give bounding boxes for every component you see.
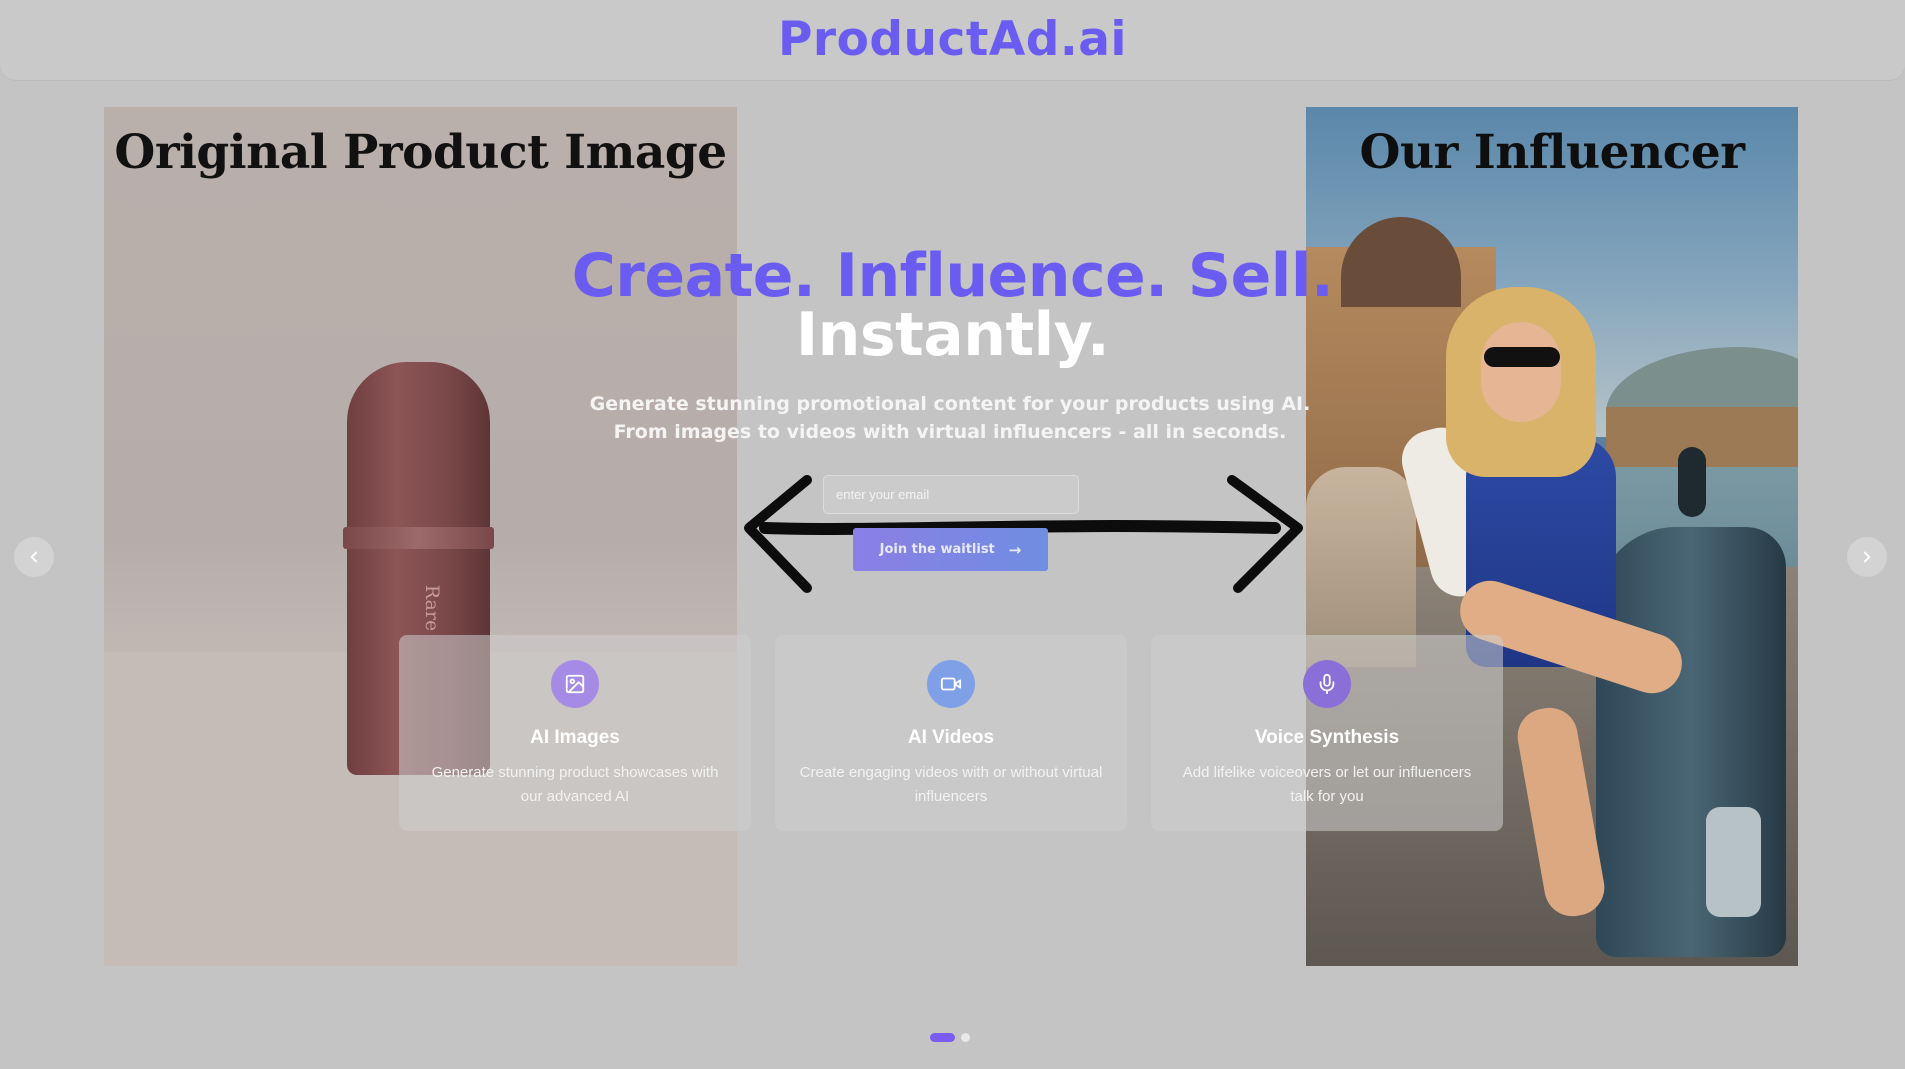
hero-description: Generate stunning promotional content fo…: [589, 393, 1311, 443]
chevron-left-icon: [30, 551, 38, 563]
hero-headline-sub: Instantly.: [795, 300, 1110, 370]
feature-title: AI Images: [530, 727, 620, 748]
carousel-dot-2[interactable]: [961, 1033, 970, 1042]
video-icon: [927, 660, 975, 708]
feature-card-ai-images: AI Images Generate stunning product show…: [399, 635, 751, 831]
scooter-mirror: [1678, 447, 1706, 517]
feature-title: AI Videos: [907, 727, 995, 748]
carousel-dot-1[interactable]: [930, 1033, 955, 1042]
feature-card-voice-synthesis: Voice Synthesis Add lifelike voiceovers …: [1151, 635, 1503, 831]
original-product-panel: Original Product Image Rare: [104, 107, 737, 966]
scooter-headlight: [1706, 807, 1761, 917]
brand-logo[interactable]: ProductAd.ai: [0, 12, 1905, 67]
product-bottle-label: Rare: [421, 584, 444, 632]
carousel-next-button[interactable]: [1847, 537, 1887, 577]
influencer-panel: Our Influencer: [1306, 107, 1798, 966]
carousel-indicators: [930, 1033, 970, 1042]
chevron-right-icon: [1863, 551, 1871, 563]
feature-description: Add lifelike voiceovers or let our influ…: [1182, 764, 1472, 805]
arrow-right-icon: →: [1008, 540, 1022, 559]
carousel-prev-button[interactable]: [14, 537, 54, 577]
email-input[interactable]: [823, 475, 1079, 514]
join-waitlist-label: Join the waitlist: [879, 542, 995, 557]
influencer-title: Our Influencer: [1359, 125, 1746, 180]
image-icon: [551, 660, 599, 708]
join-waitlist-button[interactable]: Join the waitlist →: [853, 528, 1048, 571]
feature-description: Create engaging videos with or without v…: [799, 764, 1103, 805]
top-bar: ProductAd.ai: [0, 0, 1905, 80]
feature-description: Generate stunning product showcases with…: [431, 764, 719, 805]
feature-title: Voice Synthesis: [1254, 727, 1400, 748]
microphone-icon: [1303, 660, 1351, 708]
feature-card-ai-videos: AI Videos Create engaging videos with or…: [775, 635, 1127, 831]
original-product-title: Original Product Image: [114, 125, 727, 180]
product-bottle-band: [343, 527, 494, 549]
